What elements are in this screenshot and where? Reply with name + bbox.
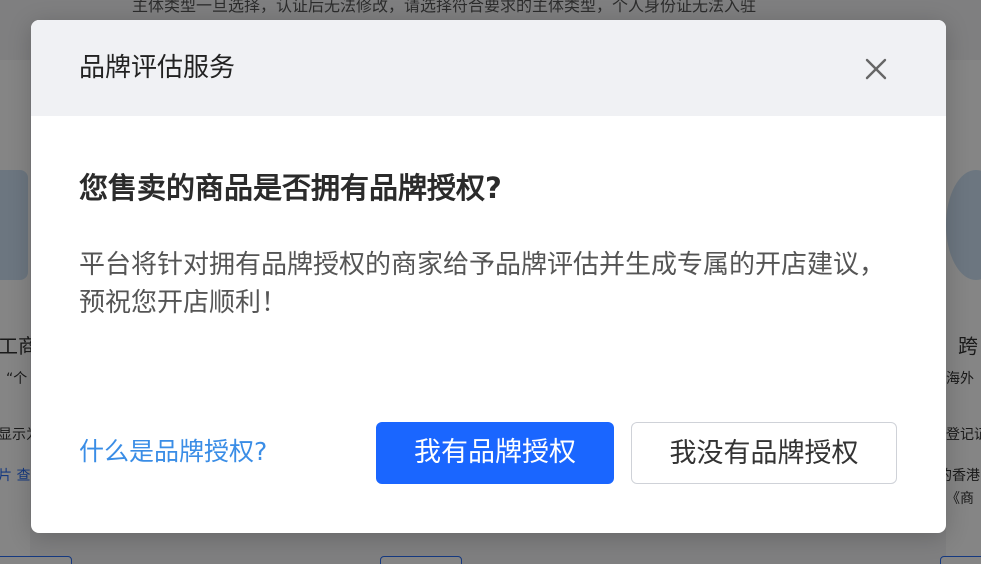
what-is-brand-authorization-link[interactable]: 什么是品牌授权? (79, 434, 267, 470)
have-brand-authorization-button[interactable]: 我有品牌授权 (376, 422, 614, 484)
description-text: 平台将针对拥有品牌授权的商家给予品牌评估并生成专属的开店建议，预祝您开店顺利！ (79, 250, 886, 318)
brand-evaluation-modal: 品牌评估服务 您售卖的商品是否拥有品牌授权? 平台将针对拥有品牌授权的商家给予品… (31, 20, 946, 533)
modal-header: 品牌评估服务 (31, 20, 946, 116)
modal-title: 品牌评估服务 (79, 53, 236, 83)
close-icon (865, 58, 887, 80)
question-heading: 您售卖的商品是否拥有品牌授权? (79, 171, 502, 205)
no-brand-authorization-button[interactable]: 我没有品牌授权 (631, 422, 897, 484)
close-button[interactable] (861, 54, 891, 84)
